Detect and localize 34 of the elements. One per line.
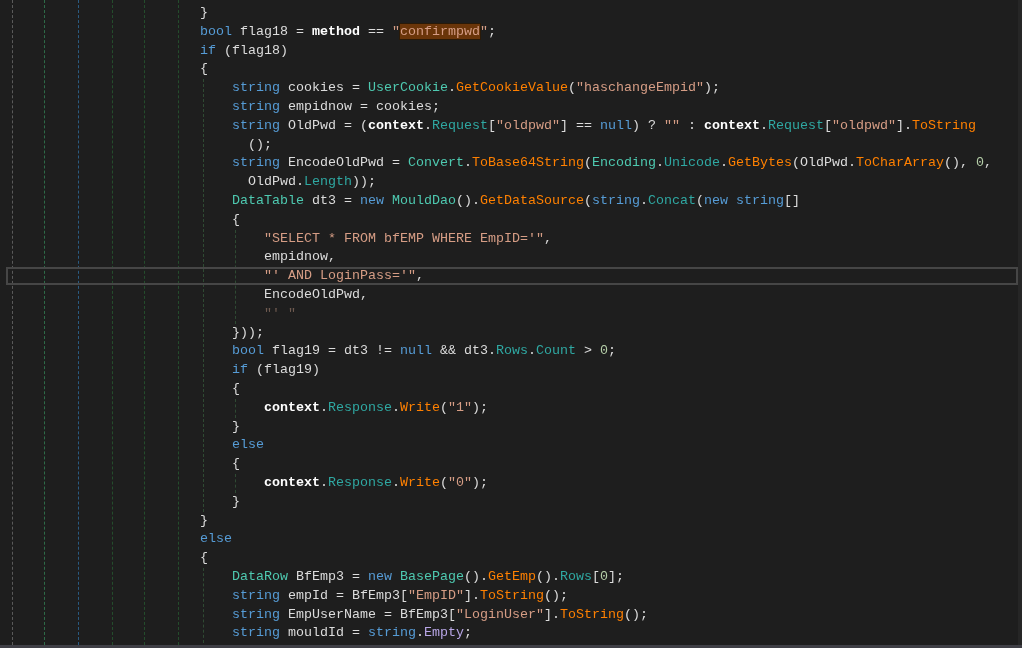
code-line: bool flag18 = method == "confirmpwd"; [200, 22, 496, 41]
code-line: string EncodeOldPwd = Convert.ToBase64String(Encoding.Unicode.GetBytes(OldPwd.ToCharArray(), 0, [232, 154, 992, 173]
code-line: { [200, 549, 208, 568]
code-line: string mouldId = string.Empty; [232, 624, 472, 643]
code-line: bool flag19 = dt3 != null && dt3.Rows.Count > 0; [232, 342, 616, 361]
code-line: (); [247, 135, 272, 154]
code-line: string cookies = UserCookie.GetCookieValue("haschangeEmpid"); [232, 79, 720, 98]
code-line: if (flag19) [232, 361, 320, 380]
code-line: { [232, 210, 240, 229]
code-line: else [232, 436, 264, 455]
code-line: OldPwd.Length)); [247, 173, 376, 192]
code-line: { [200, 60, 208, 79]
code-line: if (flag18) [200, 41, 288, 60]
code-line: context.Response.Write("1"); [264, 398, 488, 417]
code-line: "' AND LoginPass='", [264, 267, 424, 286]
code-line: { [232, 379, 240, 398]
code-line: string empId = BfEmp3["EmpID"].ToString(); [232, 586, 568, 605]
code-line: })); [232, 323, 264, 342]
code-line: DataTable dt3 = new MouldDao().GetDataSource(string.Concat(new string[] [232, 191, 800, 210]
code-line: string EmpUserName = BfEmp3["LoginUser"].ToString(); [232, 605, 648, 624]
code-line: EncodeOldPwd, [264, 285, 368, 304]
code-line: context.Response.Write("0"); [264, 473, 488, 492]
code-line: } [200, 511, 208, 530]
code-line: } [232, 492, 240, 511]
code-line: } [232, 417, 240, 436]
code-line: { [232, 455, 240, 474]
code-line: string empidnow = cookies; [232, 98, 440, 116]
code-line: empidnow, [264, 248, 336, 267]
code-line: "' " [264, 304, 296, 323]
code-line: DataRow BfEmp3 = new BasePage().GetEmp().Rows[0]; [232, 567, 624, 586]
code-line: else [200, 530, 232, 549]
code-line: } [200, 4, 208, 22]
code-line: string OldPwd = (context.Request["oldpwd"] == null) ? "" : context.Request["oldpwd"].ToString [232, 116, 976, 135]
code-line: "SELECT * FROM bfEMP WHERE EmpID='", [264, 229, 552, 248]
